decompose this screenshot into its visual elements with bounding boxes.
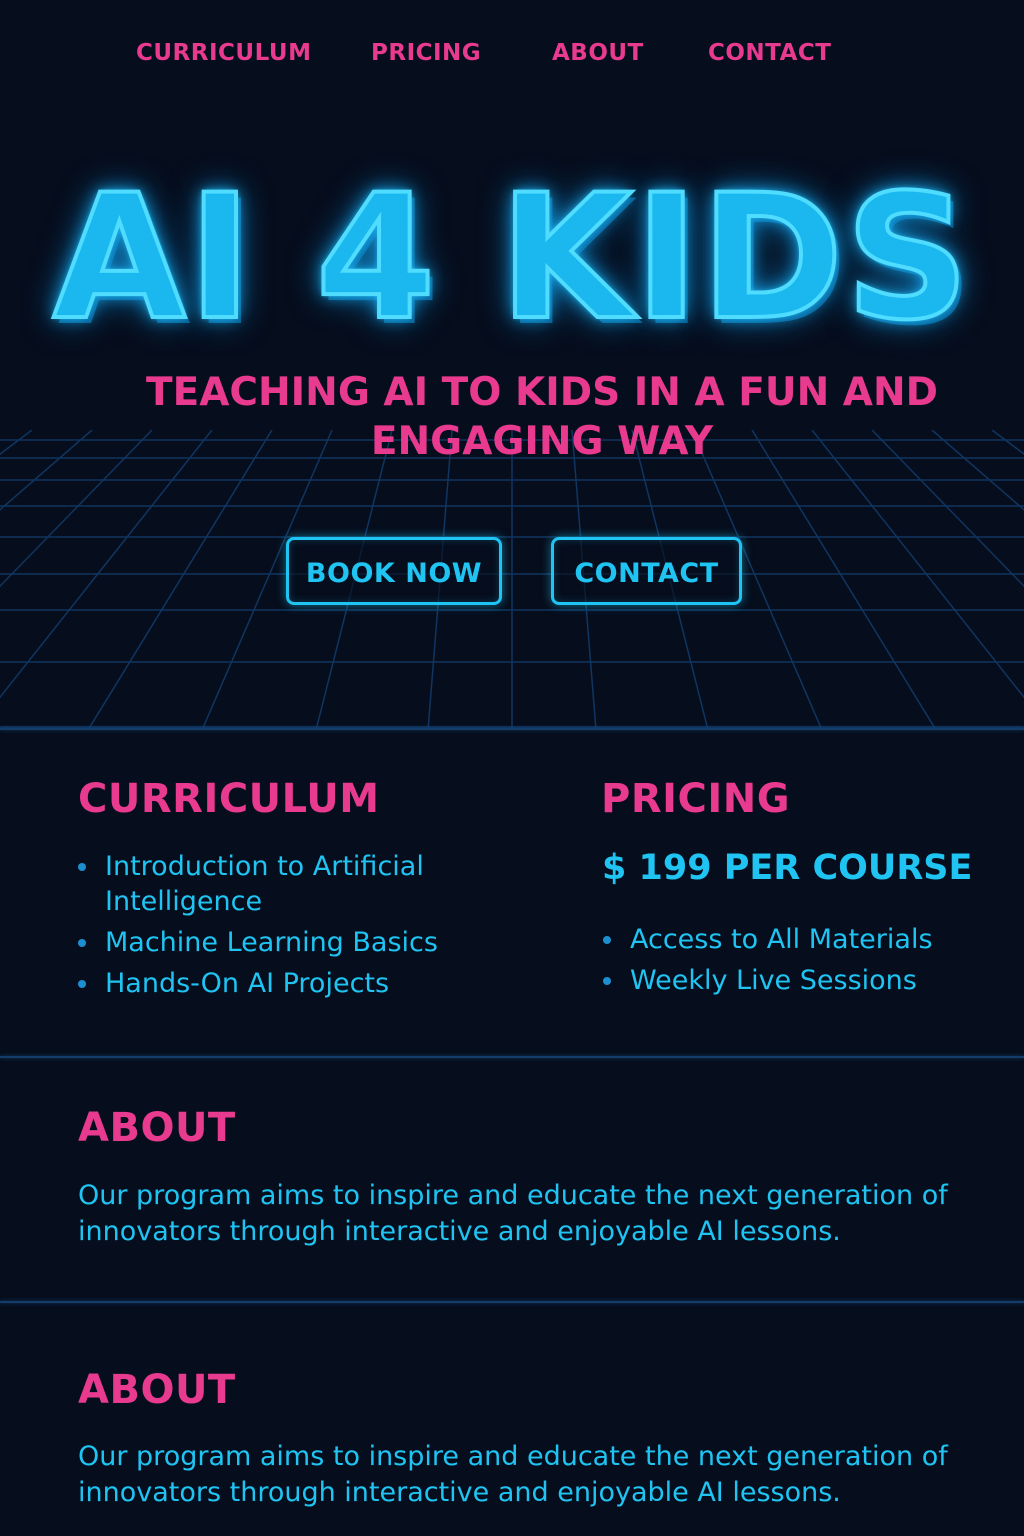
about-heading: ABOUT <box>78 1367 236 1413</box>
bullet-icon <box>78 863 86 871</box>
hero-subtitle: TEACHING AI TO KIDS IN A FUN AND ENGAGIN… <box>145 370 939 464</box>
about-text: Our program aims to inspire and educate … <box>78 1441 948 1508</box>
about-text: Our program aims to inspire and educate … <box>78 1180 948 1247</box>
section-divider <box>0 728 1024 730</box>
book-now-button[interactable]: BOOK NOW <box>286 537 502 605</box>
section-divider <box>0 1301 1024 1303</box>
neon-grid-floor <box>0 430 1024 730</box>
nav-link-about[interactable]: ABOUT <box>552 40 644 66</box>
section-divider <box>0 1056 1024 1058</box>
hero-section: CURRICULUM PRICING ABOUT CONTACT AI 4 KI… <box>0 0 1024 730</box>
list-item-text: Weekly Live Sessions <box>630 965 917 996</box>
curriculum-list: Introduction to Artificial Intelligence … <box>78 849 478 1007</box>
bullet-icon <box>603 977 611 985</box>
list-item: Machine Learning Basics <box>78 925 478 960</box>
list-item: Access to All Materials <box>603 922 983 957</box>
list-item: Weekly Live Sessions <box>603 963 983 998</box>
pricing-heading: PRICING <box>601 776 791 822</box>
list-item-text: Machine Learning Basics <box>105 927 438 958</box>
bullet-icon <box>78 980 86 988</box>
top-nav: CURRICULUM PRICING ABOUT CONTACT <box>0 40 1024 76</box>
bullet-icon <box>603 936 611 944</box>
list-item-text: Hands-On AI Projects <box>105 968 390 999</box>
price-label: $ 199 PER COURSE <box>602 848 973 888</box>
nav-link-contact[interactable]: CONTACT <box>708 40 831 66</box>
hero-title: AI 4 KIDS <box>51 157 972 358</box>
contact-button[interactable]: CONTACT <box>551 537 742 605</box>
bullet-icon <box>78 939 86 947</box>
about-heading: ABOUT <box>78 1105 236 1151</box>
list-item-text: Access to All Materials <box>630 924 933 955</box>
list-item-text: Introduction to Artificial Intelligence <box>105 851 424 917</box>
landing-page: CURRICULUM PRICING ABOUT CONTACT AI 4 KI… <box>0 0 1024 1536</box>
list-item: Introduction to Artificial Intelligence <box>78 849 478 919</box>
nav-link-pricing[interactable]: PRICING <box>371 40 481 66</box>
list-item: Hands-On AI Projects <box>78 966 478 1001</box>
pricing-list: Access to All Materials Weekly Live Sess… <box>603 922 983 1004</box>
nav-link-curriculum[interactable]: CURRICULUM <box>136 40 312 66</box>
curriculum-heading: CURRICULUM <box>78 776 380 822</box>
